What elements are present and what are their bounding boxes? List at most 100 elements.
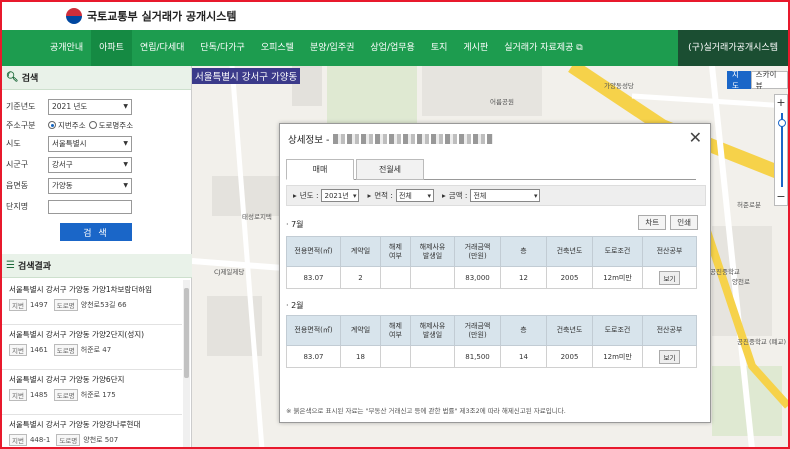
filter-price-label: 금액 : [448,191,468,200]
month-title: · 2월 [286,301,304,310]
filter-price-select[interactable]: 전체 ▾ [470,189,541,202]
road-radio[interactable]: 도로명주소 [88,120,133,131]
nav-item-land[interactable]: 토지 [423,30,456,66]
results-scrollbar[interactable] [183,280,190,447]
year-select[interactable]: 2021 년도 ▼ [48,98,132,115]
nav-item-board[interactable]: 게시판 [455,30,496,66]
jibun-radio[interactable]: 지번주소 [48,120,86,131]
col-date: 계약일 [340,236,381,267]
cell-built-year: 2005 [546,345,593,368]
filter-bar: ▸ 년도 : 2021년 ▾ ▸ 면적 : 전체 ▾ ▸ 금액 : 전체 ▾ [286,185,706,206]
nav-item-presale[interactable]: 분양/입주권 [302,30,362,66]
col-cancel-date: 해제사유 발생일 [410,236,455,267]
redacted-complex-name [333,134,494,144]
search-button[interactable]: 검 색 [60,223,132,241]
table-row: 83.07 18 81,500 14 2005 12m미만 보기 [286,345,697,368]
ministry-name: 국토교통부 [87,10,138,23]
nav-item-commercial[interactable]: 상업/업무용 [362,30,422,66]
caret-right-icon: ▸ [367,191,372,200]
map-label-church: 가양동성당 [604,82,634,90]
view-button[interactable]: 보기 [658,270,681,285]
zoom-in-button[interactable]: + [775,95,787,111]
map-label-cj: CJ제일제당 [214,268,245,276]
zoom-control: + − [774,94,788,206]
map-view-button[interactable]: 지도 [727,70,751,90]
address-type-row: 주소구분 지번주소 도로명주소 [2,117,191,133]
cell-area: 83.07 [286,266,341,289]
tab-sale[interactable]: 매매 [286,159,354,180]
cell-cancel [380,345,411,368]
chevron-down-icon: ▼ [123,140,128,147]
list-item[interactable]: 서울특별시 강서구 가양동 가양2단지(성지) 지번 1461 도로명 허준로 47 [2,325,182,370]
nav-item-info[interactable]: 공개안내 [42,30,91,66]
chart-button[interactable]: 차트 [638,215,667,230]
map-label-building: 태성로지텍 [242,213,272,221]
detail-modal: 상세정보 - ✕ 매매 전월세 ▸ 년도 : 2021년 ▾ ▸ 면적 : 전체 ▾… [279,123,711,423]
result-jibun: 448-1 [29,436,51,444]
view-button[interactable]: 보기 [658,349,681,364]
filter-area-select[interactable]: 전체 ▾ [395,189,434,202]
list-item[interactable]: 서울특별시 강서구 가양동 가양6단지 지번 1485 도로명 허준로 175 [2,370,182,415]
complex-row: 단지명 [2,196,191,217]
nav-item-data-provision[interactable]: 실거래가 자료제공 ⧉ [496,30,590,66]
map-label-closed-school: 공진중학교 (폐교) [737,338,786,346]
result-title[interactable]: 서울특별시 강서구 가양동 가양1차보람더하임 [9,284,182,295]
caret-right-icon: ▸ [441,191,446,200]
map-type-toggle: 지도 스카이뷰 [727,70,788,90]
zoom-slider-handle[interactable] [778,119,786,127]
month-group-february: · 2월 [286,300,706,311]
district-row: 시군구 강서구 ▼ [2,154,191,175]
chevron-down-icon: ▼ [123,182,128,189]
col-area: 전용면적(㎡) [286,236,341,267]
search-sidebar: 🔍︎ 검색 기준년도 2021 년도 ▼ 주소구분 지번주소 도로명주소 시도 서… [2,66,192,447]
result-jibun: 1485 [29,391,48,399]
print-button[interactable]: 인쇄 [670,215,698,230]
map-label-school: 공진중학교 [710,268,740,276]
cell-cancel-date [410,266,455,289]
dong-row: 읍면동 가양동 ▼ [2,175,191,196]
nav-item-officetel[interactable]: 오피스텔 [253,30,302,66]
district-label: 시군구 [6,160,29,169]
list-item[interactable]: 서울특별시 강서구 가양동 가양1차보람더하임 지번 1497 도로명 양천로53길 … [2,280,182,325]
cell-registry: 보기 [642,266,697,289]
tab-rent[interactable]: 전월세 [356,159,424,180]
map-location-label: 서울특별시 강서구 가양동 [192,68,301,84]
nav-item-detached[interactable]: 단독/다가구 [192,30,252,66]
city-select[interactable]: 서울특별시 ▼ [48,135,132,152]
cell-cancel-date [410,345,455,368]
system-name: 실거래가 공개시스템 [141,10,237,23]
district-select[interactable]: 강서구 ▼ [48,156,132,173]
results-section-header: ☰ 검색결과 [2,254,192,278]
jibun-tag: 지번 [9,434,27,446]
jibun-tag: 지번 [9,344,27,356]
list-item[interactable]: 서울특별시 강서구 가양동 가양강나루현대 지번 448-1 도로명 양천로 507 [2,415,182,447]
address-type-label: 주소구분 [6,120,36,130]
skyview-button[interactable]: 스카이뷰 [750,70,788,90]
filter-area-label: 면적 : [374,191,393,200]
search-section-header: 🔍︎ 검색 [2,66,191,90]
result-title[interactable]: 서울특별시 강서구 가양동 가양6단지 [9,374,182,385]
modal-title-text: 상세정보 - [288,135,330,146]
cancel-note: ※ 붉은색으로 표시된 자료는 "부동산 거래신고 등에 관한 법률" 제3조2… [286,407,566,415]
scrollbar-thumb[interactable] [184,288,189,378]
filter-year-select[interactable]: 2021년 ▾ [321,189,360,202]
result-title[interactable]: 서울특별시 강서구 가양동 가양2단지(성지) [9,329,182,340]
col-cancel-date: 해제사유 발생일 [410,315,455,346]
cell-registry: 보기 [642,345,697,368]
col-price: 거래금액 (만원) [454,236,501,267]
result-title[interactable]: 서울특별시 강서구 가양동 가양강나루현대 [9,419,182,430]
col-price: 거래금액 (만원) [454,315,501,346]
site-logo[interactable]: 국토교통부 실거래가 공개시스템 [66,6,237,26]
nav-item-rowhouse[interactable]: 연립/다세대 [132,30,192,66]
nav-item-legacy-system[interactable]: (구)실거래가공개시스템 [678,30,788,66]
complex-name-input[interactable] [48,199,132,214]
nav-item-apartment[interactable]: 아파트 [91,30,132,66]
close-icon[interactable]: ✕ [689,128,702,147]
deal-table-july: 전용면적(㎡) 계약일 해제 여부 해제사유 발생일 거래금액 (만원) 층 건… [286,236,697,289]
city-row: 시도 서울특별시 ▼ [2,133,191,154]
jibun-tag: 지번 [9,299,27,311]
zoom-out-button[interactable]: − [775,189,787,205]
dong-select[interactable]: 가양동 ▼ [48,177,132,194]
cell-floor: 14 [500,345,547,368]
results-section-title: 검색결과 [17,262,52,272]
